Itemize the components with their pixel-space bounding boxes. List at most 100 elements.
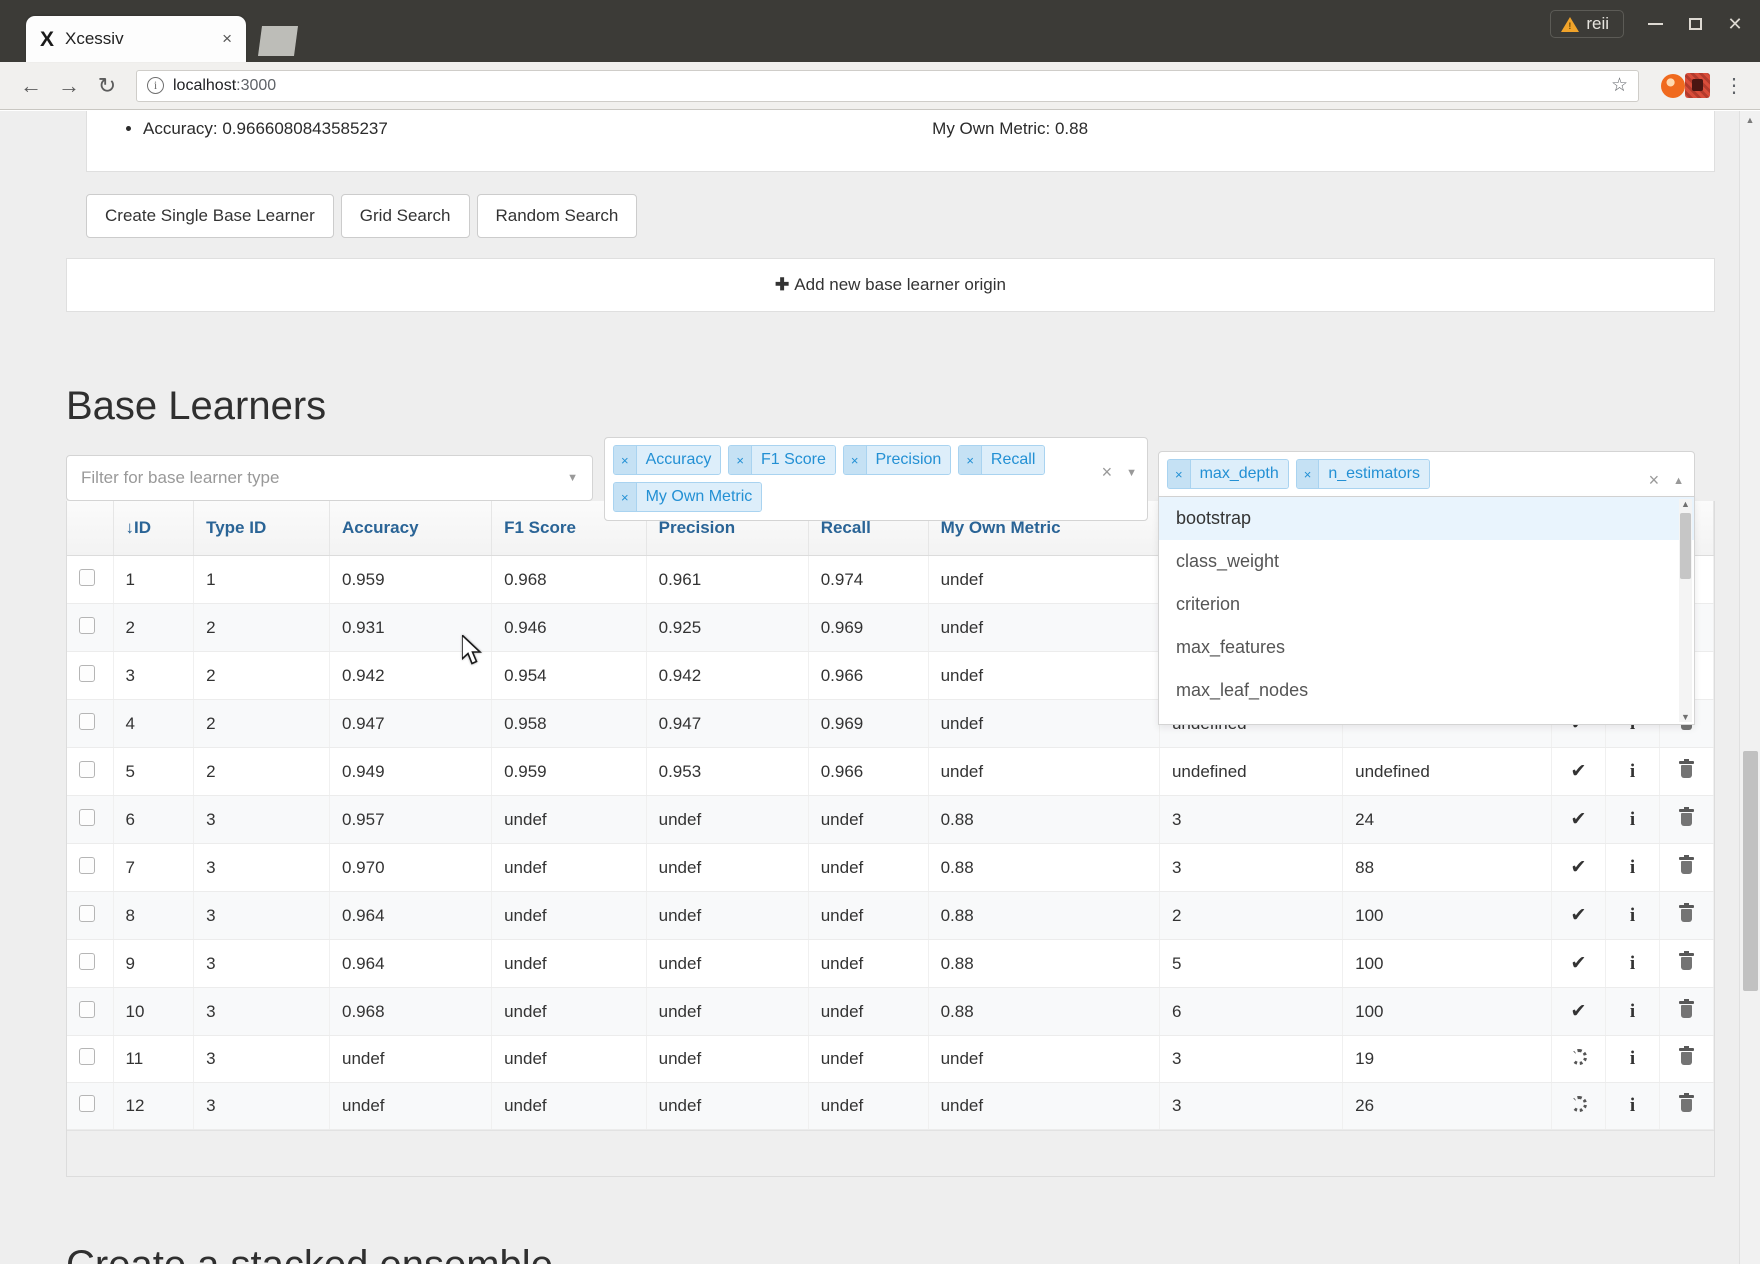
scroll-down-icon[interactable]: ▼ (1681, 712, 1690, 722)
row-select-cell[interactable] (67, 651, 114, 700)
metrics-multiselect[interactable]: × Accuracy × F1 Score × Precision × Reca… (604, 437, 1148, 521)
table-row[interactable]: 11 3 undef undef undef undef undef 3 19 i (67, 1035, 1714, 1083)
metric-tag[interactable]: × Precision (842, 445, 952, 475)
column-header-id[interactable]: ↓ID (113, 501, 195, 556)
table-row[interactable]: 7 3 0.970 undef undef undef 0.88 3 88 ✔ i (67, 843, 1714, 892)
back-button[interactable]: ← (12, 67, 50, 105)
delete-trash-icon[interactable] (1659, 987, 1714, 1036)
info-icon[interactable]: i (1605, 939, 1660, 988)
row-checkbox[interactable] (79, 760, 95, 778)
row-select-cell[interactable] (67, 699, 114, 748)
close-tab-icon[interactable]: × (216, 29, 232, 49)
param-tag[interactable]: × n_estimators (1295, 459, 1430, 489)
delete-trash-icon[interactable] (1659, 891, 1714, 940)
param-option-class-weight[interactable]: class_weight (1159, 540, 1694, 583)
row-select-cell[interactable] (67, 795, 114, 844)
row-checkbox[interactable] (79, 1048, 95, 1065)
column-header-accuracy[interactable]: Accuracy (329, 501, 493, 556)
chevron-up-icon[interactable]: ▲ (1673, 475, 1684, 487)
row-checkbox[interactable] (79, 904, 95, 922)
remove-tag-icon[interactable]: × (614, 446, 637, 474)
delete-trash-icon[interactable] (1659, 1082, 1714, 1130)
row-checkbox[interactable] (79, 808, 95, 826)
reload-button[interactable]: ↻ (88, 67, 126, 105)
remove-tag-icon[interactable]: × (959, 446, 982, 474)
params-multiselect[interactable]: × max_depth × n_estimators × ▲ bootstrap… (1158, 451, 1695, 725)
minimize-button[interactable] (1636, 8, 1674, 40)
page-scrollbar-thumb[interactable] (1743, 751, 1758, 991)
metric-tag[interactable]: × F1 Score (728, 445, 836, 475)
row-checkbox[interactable] (79, 952, 95, 970)
row-select-cell[interactable] (67, 843, 114, 892)
grid-search-button[interactable]: Grid Search (340, 194, 470, 238)
row-checkbox[interactable] (79, 568, 95, 586)
chevron-down-icon[interactable]: ▼ (1126, 467, 1137, 479)
extension-icon-one[interactable] (1661, 73, 1685, 98)
browser-tab-xcessiv[interactable]: X Xcessiv × (26, 16, 246, 62)
row-checkbox[interactable] (79, 1095, 95, 1112)
base-learner-type-filter[interactable]: Filter for base learner type ▼ (66, 455, 593, 501)
table-row[interactable]: 6 3 0.957 undef undef undef 0.88 3 24 ✔ i (67, 795, 1714, 844)
table-row[interactable]: 12 3 undef undef undef undef undef 3 26 i (67, 1082, 1714, 1130)
scroll-up-icon[interactable]: ▲ (1681, 499, 1690, 509)
info-icon[interactable]: i (1605, 987, 1660, 1036)
info-icon[interactable]: i (1605, 891, 1660, 940)
address-bar[interactable]: i localhost :3000 ☆ (136, 69, 1639, 102)
info-icon[interactable]: i (1605, 1035, 1660, 1083)
row-select-cell[interactable] (67, 603, 114, 652)
delete-trash-icon[interactable] (1659, 1035, 1714, 1083)
param-option-max-features[interactable]: max_features (1159, 626, 1694, 669)
row-select-cell[interactable] (67, 939, 114, 988)
option-menu-scrollbar[interactable]: ▲ ▼ (1679, 499, 1692, 722)
extension-icon-two[interactable] (1685, 73, 1710, 98)
site-info-icon[interactable]: i (147, 77, 164, 94)
delete-trash-icon[interactable] (1659, 843, 1714, 892)
create-single-base-learner-button[interactable]: Create Single Base Learner (86, 194, 334, 238)
param-tag[interactable]: × max_depth (1167, 459, 1289, 489)
row-checkbox[interactable] (79, 616, 95, 634)
row-checkbox[interactable] (79, 856, 95, 874)
params-select-control[interactable]: × max_depth × n_estimators × ▲ (1158, 451, 1695, 497)
remove-tag-icon[interactable]: × (614, 483, 637, 511)
page-scrollbar[interactable]: ▲ (1739, 111, 1760, 1264)
row-select-cell[interactable] (67, 987, 114, 1036)
close-window-button[interactable]: ✕ (1716, 8, 1754, 40)
info-icon[interactable]: i (1605, 795, 1660, 844)
browser-menu-icon[interactable]: ⋮ (1724, 76, 1744, 96)
metric-tag[interactable]: × Recall (958, 445, 1046, 475)
column-header-type-id[interactable]: Type ID (193, 501, 330, 556)
info-icon[interactable]: i (1605, 747, 1660, 796)
clear-all-icon[interactable]: × (1649, 470, 1660, 491)
table-row[interactable]: 5 2 0.949 0.959 0.953 0.966 undef undefined unde… (67, 747, 1714, 796)
row-checkbox[interactable] (79, 1000, 95, 1018)
remove-tag-icon[interactable]: × (729, 446, 752, 474)
table-row[interactable]: 8 3 0.964 undef undef undef 0.88 2 100 ✔ i (67, 891, 1714, 940)
delete-trash-icon[interactable] (1659, 795, 1714, 844)
row-checkbox[interactable] (79, 712, 95, 730)
metric-tag[interactable]: × Accuracy (613, 445, 722, 475)
table-row[interactable]: 10 3 0.968 undef undef undef 0.88 6 100 ✔ i (67, 987, 1714, 1036)
profile-button[interactable]: reii (1550, 10, 1624, 38)
row-select-cell[interactable] (67, 555, 114, 604)
param-option-criterion[interactable]: criterion (1159, 583, 1694, 626)
random-search-button[interactable]: Random Search (476, 194, 638, 238)
row-select-cell[interactable] (67, 747, 114, 796)
param-option-min-impurity-split[interactable]: min_impurity_split (1159, 712, 1694, 724)
param-option-bootstrap[interactable]: bootstrap (1159, 497, 1694, 540)
clear-all-icon[interactable]: × (1102, 462, 1113, 483)
select-all-column-header[interactable] (67, 501, 114, 556)
row-select-cell[interactable] (67, 891, 114, 940)
params-option-menu[interactable]: bootstrap class_weight criterion max_fea… (1158, 497, 1695, 725)
metric-tag[interactable]: × My Own Metric (613, 482, 763, 512)
row-select-cell[interactable] (67, 1035, 114, 1083)
new-tab-button[interactable] (258, 26, 298, 56)
bookmark-star-icon[interactable]: ☆ (1611, 74, 1628, 97)
param-option-max-leaf-nodes[interactable]: max_leaf_nodes (1159, 669, 1694, 712)
info-icon[interactable]: i (1605, 1082, 1660, 1130)
delete-trash-icon[interactable] (1659, 939, 1714, 988)
scrollbar-thumb[interactable] (1680, 513, 1691, 579)
delete-trash-icon[interactable] (1659, 747, 1714, 796)
remove-tag-icon[interactable]: × (843, 446, 867, 474)
remove-tag-icon[interactable]: × (1296, 460, 1320, 488)
add-new-base-learner-origin-button[interactable]: ✚ Add new base learner origin (66, 258, 1715, 312)
